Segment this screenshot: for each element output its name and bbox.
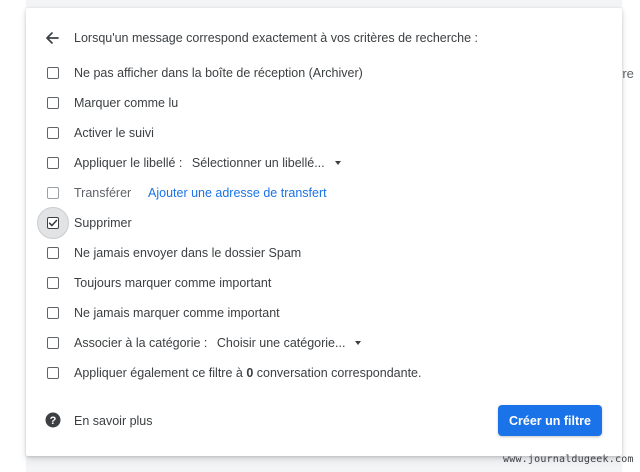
option-never-spam[interactable]: Ne jamais envoyer dans le dossier Spam — [26, 238, 622, 268]
checkbox[interactable] — [47, 127, 59, 139]
checkbox[interactable] — [47, 367, 59, 379]
option-label-group: Associer à la catégorie : Choisir une ca… — [74, 336, 362, 350]
check-icon — [48, 219, 58, 227]
option-never-important[interactable]: Ne jamais marquer comme important — [26, 298, 622, 328]
arrow-left-icon — [46, 32, 59, 44]
option-mark-read[interactable]: Marquer comme lu — [26, 88, 622, 118]
option-label-suffix: conversation correspondante. — [256, 366, 422, 380]
learn-more-link[interactable]: En savoir plus — [74, 414, 153, 428]
svg-text:?: ? — [50, 415, 57, 427]
category-select-value: Choisir une catégorie... — [216, 336, 346, 350]
option-label: Supprimer — [74, 216, 132, 230]
option-label: Associer à la catégorie : — [74, 336, 208, 350]
option-label-prefix: Appliquer également ce filtre à — [74, 366, 243, 380]
back-button[interactable] — [40, 26, 64, 50]
option-delete[interactable]: Supprimer — [26, 207, 622, 239]
background-left — [0, 0, 26, 472]
option-category[interactable]: Associer à la catégorie : Choisir une ca… — [26, 328, 622, 358]
option-label-group: Appliquer également ce filtre à 0 conver… — [74, 366, 421, 380]
option-star[interactable]: Activer le suivi — [26, 118, 622, 148]
label-select-value: Sélectionner un libellé... — [191, 156, 325, 170]
watermark: www.journaldugeek.com — [503, 454, 634, 465]
option-label: Ne jamais envoyer dans le dossier Spam — [74, 246, 302, 260]
matching-count: 0 — [246, 366, 254, 380]
create-filter-button[interactable]: Créer un filtre — [498, 405, 602, 436]
option-always-important[interactable]: Toujours marquer comme important — [26, 268, 622, 298]
panel-header: Lorsqu'un message correspond exactement … — [26, 24, 622, 52]
option-apply-label[interactable]: Appliquer le libellé : Sélectionner un l… — [26, 148, 622, 178]
checkbox-checked[interactable] — [47, 217, 59, 229]
caret-down-icon — [355, 341, 362, 345]
option-label: Toujours marquer comme important — [74, 276, 272, 290]
checkbox[interactable] — [47, 67, 59, 79]
option-archive[interactable]: Ne pas afficher dans la boîte de récepti… — [26, 58, 622, 88]
label-select[interactable]: Sélectionner un libellé... — [192, 156, 341, 170]
help-icon[interactable]: ? — [45, 412, 61, 428]
option-apply-to-matching[interactable]: Appliquer également ce filtre à 0 conver… — [26, 358, 622, 388]
criteria-heading: Lorsqu'un message correspond exactement … — [74, 31, 478, 45]
checkbox[interactable] — [47, 337, 59, 349]
option-forward[interactable]: Transférer Ajouter une adresse de transf… — [26, 178, 622, 208]
checkbox[interactable] — [47, 97, 59, 109]
option-label: Ne jamais marquer comme important — [74, 306, 280, 320]
checkbox[interactable] — [47, 187, 59, 199]
option-label: Appliquer le libellé : — [74, 156, 183, 170]
checkbox[interactable] — [47, 307, 59, 319]
category-select[interactable]: Choisir une catégorie... — [217, 336, 362, 350]
checkbox[interactable] — [47, 247, 59, 259]
caret-down-icon — [334, 161, 341, 165]
filter-actions-panel: Lorsqu'un message correspond exactement … — [26, 8, 622, 456]
add-forwarding-address-link[interactable]: Ajouter une adresse de transfert — [148, 186, 327, 200]
checkbox[interactable] — [47, 277, 59, 289]
option-label-group: Appliquer le libellé : Sélectionner un l… — [74, 156, 341, 170]
option-label: Ne pas afficher dans la boîte de récepti… — [74, 66, 363, 80]
checkbox[interactable] — [47, 157, 59, 169]
option-label: Transférer — [74, 186, 132, 200]
option-label: Activer le suivi — [74, 126, 154, 140]
option-label: Marquer comme lu — [74, 96, 179, 110]
